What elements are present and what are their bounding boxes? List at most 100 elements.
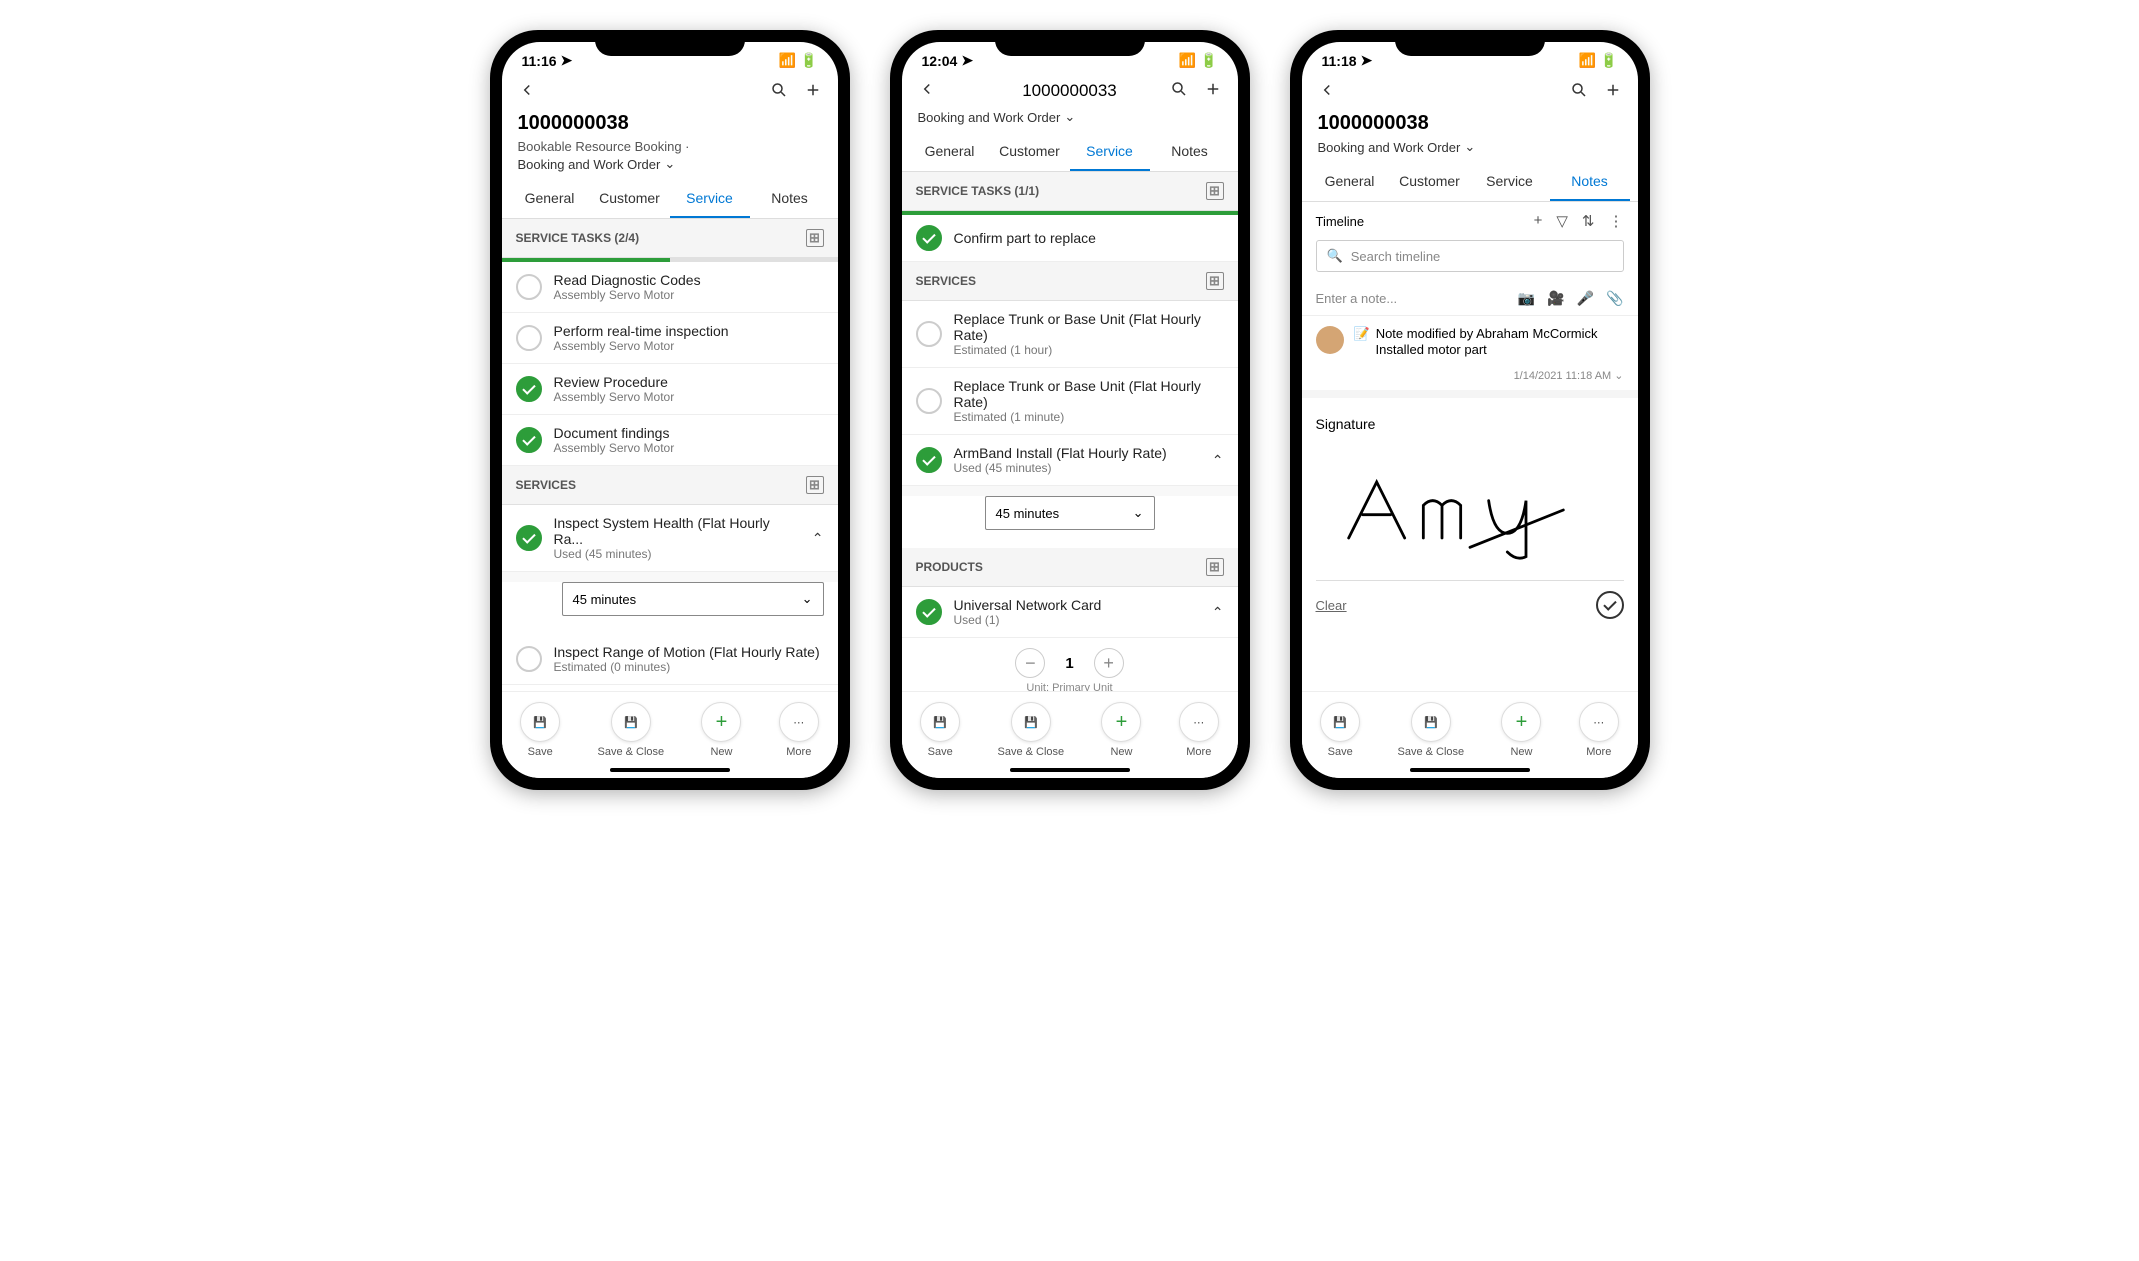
search-icon[interactable] xyxy=(1170,80,1188,103)
chevron-down-icon[interactable]: ⌄ xyxy=(1614,370,1623,382)
duration-select[interactable]: 45 minutes⌄ xyxy=(562,582,824,616)
more-vertical-icon[interactable]: ⋮ xyxy=(1609,212,1624,230)
task-item[interactable]: Review ProcedureAssembly Servo Motor xyxy=(502,364,838,415)
add-task-button[interactable]: ⊞ xyxy=(806,229,824,247)
more-button[interactable]: ⋯More xyxy=(779,702,819,758)
tab-customer[interactable]: Customer xyxy=(990,133,1070,171)
add-product-button[interactable]: ⊞ xyxy=(1206,558,1224,576)
add-icon[interactable] xyxy=(1204,80,1222,103)
new-button[interactable]: +New xyxy=(701,702,741,758)
save-close-button[interactable]: 💾Save & Close xyxy=(597,702,664,758)
save-close-button[interactable]: 💾Save & Close xyxy=(997,702,1064,758)
task-item[interactable]: Confirm part to replace xyxy=(902,215,1238,262)
chevron-up-icon[interactable]: ⌃ xyxy=(812,530,824,547)
back-button[interactable] xyxy=(518,81,536,104)
more-button[interactable]: ⋯More xyxy=(1579,702,1619,758)
tab-notes[interactable]: Notes xyxy=(1150,133,1230,171)
search-icon[interactable] xyxy=(1570,81,1588,104)
page-title: 1000000033 xyxy=(1022,81,1117,101)
product-checkbox[interactable] xyxy=(916,599,942,625)
service-item[interactable]: ArmBand Install (Flat Hourly Rate)Used (… xyxy=(902,435,1238,486)
mic-icon[interactable]: 🎤 xyxy=(1577,290,1594,307)
duration-select[interactable]: 45 minutes⌄ xyxy=(985,496,1155,530)
home-indicator[interactable] xyxy=(1410,768,1530,772)
task-checkbox[interactable] xyxy=(516,325,542,351)
service-checkbox[interactable] xyxy=(916,321,942,347)
tab-general[interactable]: General xyxy=(1310,163,1390,201)
task-checkbox[interactable] xyxy=(516,376,542,402)
page-subtitle: Bookable Resource Booking · xyxy=(502,139,838,156)
service-checkbox[interactable] xyxy=(516,646,542,672)
tab-notes[interactable]: Notes xyxy=(1550,163,1630,201)
status-time: 11:18 xyxy=(1322,53,1357,69)
service-checkbox[interactable] xyxy=(516,525,542,551)
video-icon[interactable]: 🎥 xyxy=(1547,290,1564,307)
chevron-down-icon: ⌄ xyxy=(1464,139,1475,155)
more-button[interactable]: ⋯More xyxy=(1179,702,1219,758)
view-dropdown[interactable]: Booking and Work Order ⌄ xyxy=(902,109,1238,133)
status-icons: 📶🔋 xyxy=(1579,52,1618,69)
attachment-icon[interactable]: 📎 xyxy=(1606,290,1623,307)
note-entry[interactable]: 📝 Note modified by Abraham McCormick Ins… xyxy=(1302,316,1638,367)
location-icon: ➤ xyxy=(1361,52,1373,69)
signature-canvas[interactable] xyxy=(1316,440,1624,580)
tab-service[interactable]: Service xyxy=(670,180,750,218)
note-input[interactable]: Enter a note... xyxy=(1316,291,1398,306)
camera-icon[interactable]: 📷 xyxy=(1518,290,1535,307)
qty-decrease-button[interactable]: − xyxy=(1015,648,1045,678)
view-dropdown[interactable]: Booking and Work Order ⌄ xyxy=(502,156,838,180)
sort-icon[interactable]: ⇅ xyxy=(1582,212,1595,230)
add-service-button[interactable]: ⊞ xyxy=(806,476,824,494)
status-icons: 📶🔋 xyxy=(1179,52,1218,69)
confirm-button[interactable] xyxy=(1596,591,1624,619)
view-dropdown[interactable]: Booking and Work Order ⌄ xyxy=(1302,139,1638,163)
tab-service[interactable]: Service xyxy=(1070,133,1150,171)
tab-notes[interactable]: Notes xyxy=(750,180,830,218)
search-icon[interactable] xyxy=(770,81,788,104)
timeline-label: Timeline xyxy=(1316,214,1365,229)
search-input[interactable]: 🔍 Search timeline xyxy=(1316,240,1624,272)
service-checkbox[interactable] xyxy=(916,388,942,414)
save-button[interactable]: 💾Save xyxy=(920,702,960,758)
save-button[interactable]: 💾Save xyxy=(520,702,560,758)
new-button[interactable]: +New xyxy=(1501,702,1541,758)
notch xyxy=(1395,30,1545,56)
service-item[interactable]: Replace Trunk or Base Unit (Flat Hourly … xyxy=(902,368,1238,435)
task-checkbox[interactable] xyxy=(916,225,942,251)
timeline-add-icon[interactable]: + xyxy=(1534,212,1543,230)
add-service-button[interactable]: ⊞ xyxy=(1206,272,1224,290)
save-button[interactable]: 💾Save xyxy=(1320,702,1360,758)
product-item[interactable]: Universal Network CardUsed (1) ⌃ xyxy=(902,587,1238,638)
service-item[interactable]: Inspect Range of Motion (Flat Hourly Rat… xyxy=(502,634,838,685)
service-item[interactable]: Replace Trunk or Base Unit (Flat Hourly … xyxy=(902,301,1238,368)
task-checkbox[interactable] xyxy=(516,274,542,300)
clear-button[interactable]: Clear xyxy=(1316,598,1347,613)
section-services: SERVICES ⊞ xyxy=(502,466,838,505)
new-button[interactable]: +New xyxy=(1101,702,1141,758)
tab-service[interactable]: Service xyxy=(1470,163,1550,201)
section-service-tasks: SERVICE TASKS (1/1) ⊞ xyxy=(902,172,1238,211)
tab-general[interactable]: General xyxy=(510,180,590,218)
back-button[interactable] xyxy=(1318,81,1336,104)
task-item[interactable]: Document findingsAssembly Servo Motor xyxy=(502,415,838,466)
tab-customer[interactable]: Customer xyxy=(590,180,670,218)
service-item[interactable]: Inspect System Health (Flat Hourly Ra...… xyxy=(502,505,838,572)
service-checkbox[interactable] xyxy=(916,447,942,473)
tab-general[interactable]: General xyxy=(910,133,990,171)
filter-icon[interactable]: ▽ xyxy=(1556,212,1568,230)
home-indicator[interactable] xyxy=(1010,768,1130,772)
chevron-up-icon[interactable]: ⌃ xyxy=(1212,604,1224,621)
add-icon[interactable] xyxy=(804,81,822,104)
add-icon[interactable] xyxy=(1604,81,1622,104)
task-checkbox[interactable] xyxy=(516,427,542,453)
add-task-button[interactable]: ⊞ xyxy=(1206,182,1224,200)
chevron-up-icon[interactable]: ⌃ xyxy=(1212,452,1224,469)
tab-customer[interactable]: Customer xyxy=(1390,163,1470,201)
home-indicator[interactable] xyxy=(610,768,730,772)
phone-1: 11:16 ➤ 📶🔋 1000000038 Bookable Resource … xyxy=(490,30,850,790)
save-close-button[interactable]: 💾Save & Close xyxy=(1397,702,1464,758)
task-item[interactable]: Perform real-time inspectionAssembly Ser… xyxy=(502,313,838,364)
task-item[interactable]: Read Diagnostic CodesAssembly Servo Moto… xyxy=(502,262,838,313)
back-button[interactable] xyxy=(918,80,936,103)
qty-increase-button[interactable]: + xyxy=(1094,648,1124,678)
